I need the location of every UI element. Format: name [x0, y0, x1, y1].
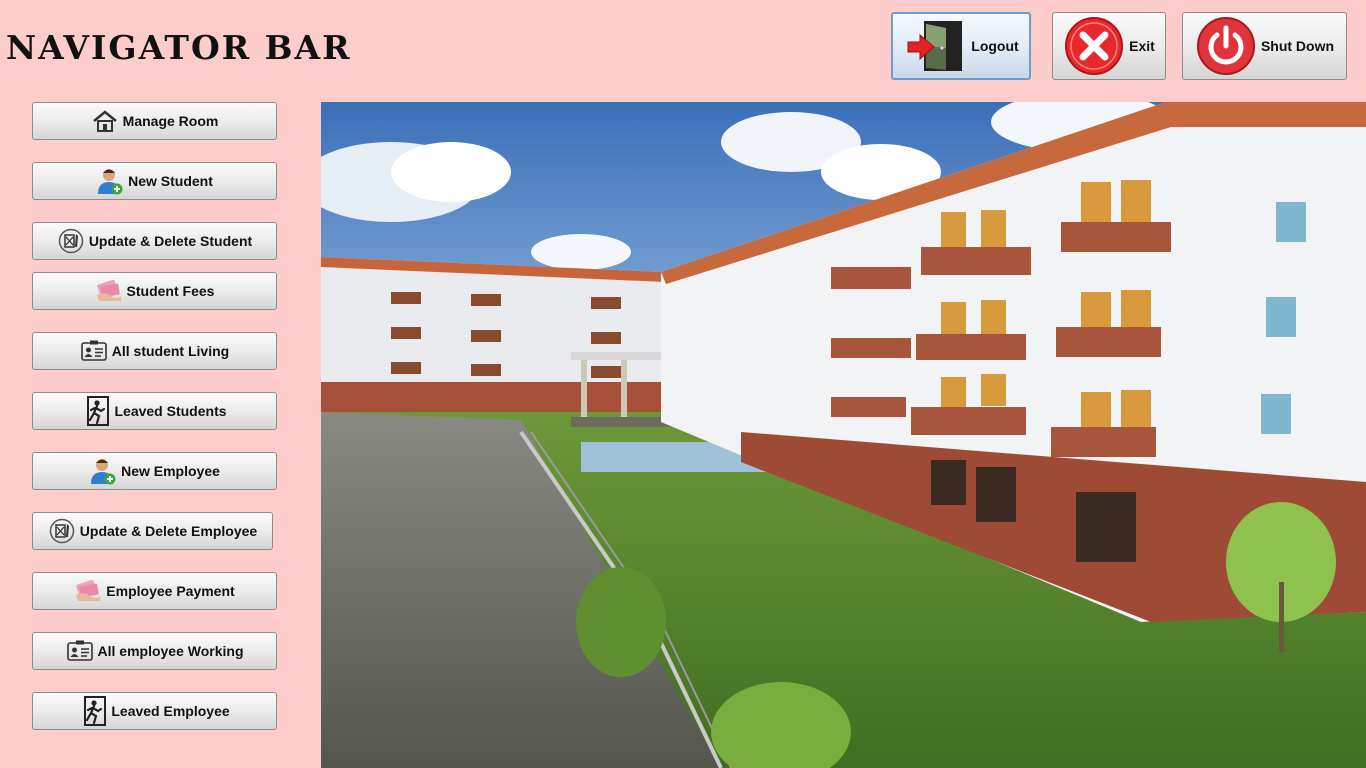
power-icon	[1195, 15, 1257, 77]
nav-leaved-employee-button[interactable]: Leaved Employee	[32, 692, 277, 730]
nav-update-delete-student-button[interactable]: Update & Delete Student	[32, 222, 277, 260]
nav-employee-payment-button[interactable]: Employee Payment	[32, 572, 277, 610]
nav-new-employee-button[interactable]: New Employee	[32, 452, 277, 490]
user-add-icon	[96, 167, 124, 195]
nav-update-delete-employee-button[interactable]: Update & Delete Employee	[32, 512, 273, 550]
nav-student-fees-button[interactable]: Student Fees	[32, 272, 277, 310]
nav-label: Manage Room	[122, 113, 219, 129]
nav-label: Leaved Employee	[111, 703, 230, 719]
nav-manage-room-button[interactable]: Manage Room	[32, 102, 277, 140]
edit-delete-icon	[48, 517, 76, 545]
nav-label: New Employee	[121, 463, 220, 479]
exit-run-icon	[79, 696, 107, 726]
id-card-icon	[66, 637, 94, 665]
money-icon	[74, 577, 102, 605]
nav-label: Student Fees	[126, 283, 215, 299]
logout-door-icon	[903, 15, 967, 77]
edit-delete-icon	[57, 227, 85, 255]
id-card-icon	[80, 337, 108, 365]
nav-new-student-button[interactable]: New Student	[32, 162, 277, 200]
nav-label: Leaved Students	[114, 403, 227, 419]
nav-label: Update & Delete Employee	[79, 523, 258, 539]
nav-label: New Student	[128, 173, 213, 189]
hostel-building-image	[321, 102, 1366, 768]
shutdown-label: Shut Down	[1260, 38, 1335, 54]
money-icon	[95, 277, 123, 305]
nav-label: Update & Delete Student	[88, 233, 253, 249]
nav-leaved-students-button[interactable]: Leaved Students	[32, 392, 277, 430]
exit-button[interactable]: Exit	[1052, 12, 1166, 80]
exit-label: Exit	[1129, 38, 1155, 54]
user-add-icon	[89, 457, 117, 485]
nav-all-student-living-button[interactable]: All student Living	[32, 332, 277, 370]
home-icon	[91, 107, 119, 135]
close-icon	[1063, 15, 1125, 77]
nav-label: Employee Payment	[106, 583, 235, 599]
shutdown-button[interactable]: Shut Down	[1182, 12, 1347, 80]
logout-button[interactable]: Logout	[891, 12, 1031, 80]
page-title: NAVIGATOR BAR	[6, 28, 352, 67]
nav-label: All employee Working	[97, 643, 244, 659]
nav-all-employee-working-button[interactable]: All employee Working	[32, 632, 277, 670]
nav-label: All student Living	[111, 343, 230, 359]
exit-run-icon	[82, 396, 110, 426]
logout-label: Logout	[971, 38, 1019, 54]
